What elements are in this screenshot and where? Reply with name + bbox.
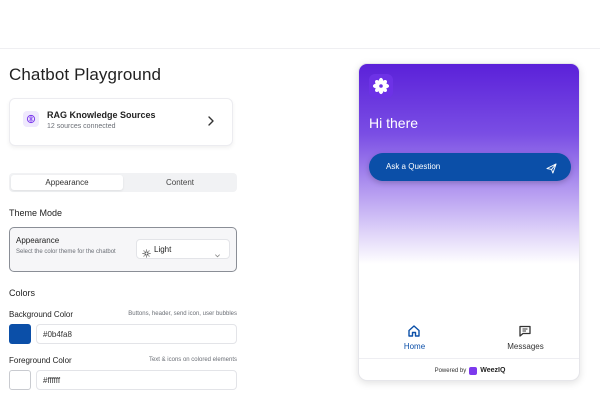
nav-messages[interactable]: Messages — [470, 322, 579, 356]
foreground-color-hint: Text & icons on colored elements — [148, 357, 237, 363]
ask-question-label: Ask a Question — [386, 162, 441, 171]
tab-appearance[interactable]: Appearance — [11, 175, 123, 190]
powered-by-brand[interactable]: WeezIQ — [480, 367, 505, 374]
page-title: Chatbot Playground — [9, 65, 162, 84]
chat-icon — [518, 324, 532, 338]
send-icon — [546, 161, 557, 174]
flower-logo-icon — [369, 74, 393, 98]
background-color-label: Background Color — [9, 310, 74, 319]
theme-mode-card: Appearance Select the color theme for th… — [9, 227, 237, 272]
preview-hero: Hi there Ask a Question — [359, 64, 579, 264]
home-icon — [407, 324, 421, 338]
tab-content[interactable]: Content — [125, 175, 235, 190]
nav-home[interactable]: Home — [359, 322, 470, 356]
nav-messages-label: Messages — [507, 342, 544, 351]
top-bar — [0, 0, 600, 49]
appearance-label: Appearance — [16, 236, 60, 245]
appearance-description: Select the color theme for the chatbot — [16, 249, 116, 255]
chevron-down-icon — [214, 246, 221, 258]
theme-select-value: Light — [154, 245, 172, 254]
preview-nav: Home Messages — [359, 322, 579, 356]
colors-heading: Colors — [9, 288, 36, 298]
chevron-right-icon — [206, 114, 216, 126]
sun-icon — [142, 245, 151, 258]
powered-by-text: Powered by — [434, 367, 467, 374]
powered-by-footer: Powered by WeezIQ — [359, 358, 579, 380]
foreground-color-label: Foreground Color — [9, 356, 72, 365]
weeziq-logo-icon — [469, 366, 478, 375]
rag-sources-title: RAG Knowledge Sources — [47, 110, 156, 120]
rag-sources-count: 12 sources connected — [47, 123, 116, 130]
foreground-color-input[interactable]: #ffffff — [36, 370, 237, 390]
background-color-input[interactable]: #0b4fa8 — [36, 324, 237, 344]
foreground-color-swatch[interactable] — [9, 370, 31, 390]
background-color-hint: Buttons, header, send icon, user bubbles — [128, 311, 237, 317]
brain-icon — [23, 111, 39, 127]
theme-mode-heading: Theme Mode — [9, 208, 63, 218]
settings-tabs: Appearance Content — [9, 173, 237, 192]
preview-greeting: Hi there — [369, 115, 419, 131]
background-color-swatch[interactable] — [9, 324, 31, 344]
ask-question-button[interactable]: Ask a Question — [369, 153, 571, 181]
rag-sources-card[interactable]: RAG Knowledge Sources 12 sources connect… — [9, 98, 233, 146]
theme-select[interactable]: Light — [136, 239, 230, 259]
chatbot-preview: Hi there Ask a Question Home Messages Po… — [358, 63, 580, 381]
nav-home-label: Home — [403, 342, 426, 351]
